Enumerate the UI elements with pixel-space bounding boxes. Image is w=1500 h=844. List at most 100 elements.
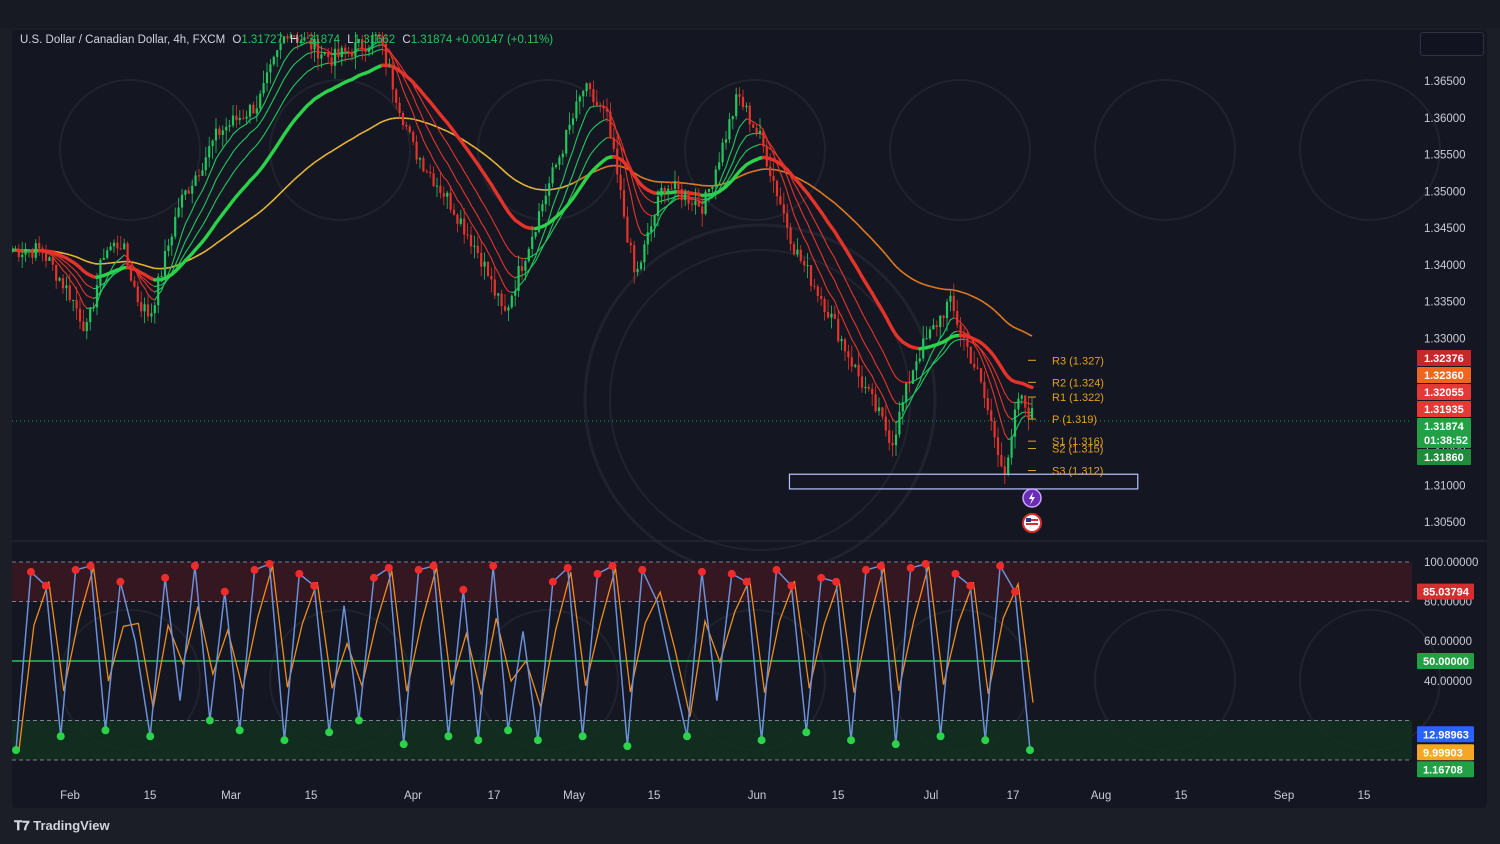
ribbon-ema-segment (242, 123, 248, 127)
ribbon-ema-segment (181, 252, 186, 260)
candle-body (320, 54, 323, 59)
oversold-dot (847, 736, 856, 745)
ribbon-ema-segment (263, 129, 268, 137)
ribbon-ema-segment (497, 253, 503, 262)
candle-body (860, 376, 864, 388)
slow-ema-segment (426, 122, 431, 125)
ribbon-ema-segment (201, 182, 207, 192)
ribbon-ema-segment (868, 370, 873, 377)
slow-ema-segment (300, 170, 305, 175)
candle-body (962, 333, 966, 339)
candle-body (41, 248, 44, 254)
candle-body (718, 162, 721, 170)
chart-canvas[interactable]: R3 (1.327) R2 (1.324) R1 (1.322) P (1.319) S… (0, 0, 1500, 844)
ribbon-ema-segment (460, 186, 465, 194)
ribbon-ema-segment (868, 324, 873, 332)
candle-body (724, 139, 728, 143)
ribbon-ema-segment (494, 266, 499, 274)
slow-ema-segment (525, 184, 530, 188)
osc-value-label: 1.16708 (1423, 764, 1463, 776)
ribbon-ema-segment (195, 195, 200, 203)
ribbon-ema-segment (297, 58, 302, 62)
ribbon-ema-segment (623, 151, 628, 161)
candle-body (531, 236, 534, 249)
candle-body (449, 192, 452, 210)
candle-body (721, 142, 724, 163)
candle-body (187, 190, 190, 194)
slow-ema-segment (327, 150, 332, 154)
ribbon-ema-segment (144, 281, 149, 288)
candle-body (480, 252, 483, 267)
candle-body (500, 293, 503, 307)
candle-body (650, 226, 653, 233)
ribbon-ema-segment (246, 151, 251, 157)
ribbon-ema-segment (116, 257, 122, 262)
ribbon-ema-segment (830, 274, 836, 282)
ribbon-ema-segment (586, 131, 591, 139)
slow-ema-segment (86, 260, 91, 264)
ribbon-ema-segment (433, 159, 438, 167)
ribbon-ema-segment (841, 316, 846, 325)
candle-body (633, 245, 636, 273)
ribbon-ema-segment (507, 272, 513, 277)
ribbon-ema-segment (62, 269, 67, 275)
ribbon-ema-segment (881, 394, 887, 404)
ribbon-ema-segment (181, 240, 186, 250)
ribbon-ema-segment (195, 214, 200, 222)
ribbon-ema-segment (450, 148, 455, 156)
candle-body (167, 245, 170, 251)
chart-settings-button[interactable] (1420, 32, 1484, 56)
slow-ema-segment (83, 259, 88, 263)
candle-body (510, 295, 513, 308)
overbought-dot (220, 587, 229, 596)
lightning-event-icon[interactable] (1022, 488, 1042, 508)
ribbon-ema-segment (980, 356, 985, 367)
ribbon-ema-segment (280, 60, 285, 69)
ribbon-ema-segment (898, 379, 904, 383)
osc-value-label: 85.03794 (1423, 587, 1470, 599)
ribbon-ema-segment (844, 302, 849, 311)
ribbon-ema-segment (76, 289, 81, 298)
ribbon-ema-segment (310, 50, 316, 54)
tradingview-logo[interactable]: 𝐓𝟕 TradingView (14, 818, 110, 834)
candle-body (711, 186, 714, 189)
ribbon-ema-segment (300, 55, 305, 60)
slow-ema-segment (1024, 331, 1029, 336)
time-axis-tick: 15 (648, 790, 661, 802)
candle-body (31, 249, 34, 258)
candle-body (554, 164, 558, 168)
ribbon-ema-segment (419, 111, 424, 121)
ribbon-ema-segment (732, 165, 737, 174)
slow-ema-segment (858, 224, 863, 230)
ribbon-ema-segment (800, 209, 805, 218)
slow-ema-segment (967, 293, 972, 297)
slow-ema-segment (1028, 333, 1033, 337)
ribbon-ema-segment (229, 133, 234, 141)
us-flag-event-icon[interactable] (1022, 513, 1042, 533)
candle-body (697, 200, 700, 207)
ribbon-ema-segment (742, 135, 747, 142)
ribbon-ema-segment (239, 139, 244, 145)
slow-ema-segment (569, 182, 574, 186)
time-axis-tick: May (563, 790, 585, 802)
slow-ema-segment (830, 199, 836, 204)
slow-ema-segment (970, 294, 975, 298)
candle-body (466, 234, 469, 236)
ribbon-ema-segment (303, 52, 309, 57)
oversold-dot (399, 740, 408, 749)
ribbon-ema-segment (487, 233, 492, 241)
candle-body (653, 215, 656, 227)
ribbon-ema-segment (235, 163, 241, 169)
countdown-label: 01:38:52 (1424, 435, 1468, 447)
candle-body (728, 119, 731, 140)
ribbon-ema-segment (79, 284, 84, 292)
slow-ema-segment (827, 197, 832, 202)
ribbon-ema-segment (579, 168, 584, 178)
ribbon-ema-segment (436, 145, 441, 153)
candle-body (225, 126, 228, 131)
candle-body (707, 188, 711, 192)
ribbon-ema-segment (990, 385, 996, 398)
ribbon-ema-segment (881, 349, 887, 359)
ribbon-ema-segment (511, 275, 516, 279)
candle-body (779, 196, 782, 205)
